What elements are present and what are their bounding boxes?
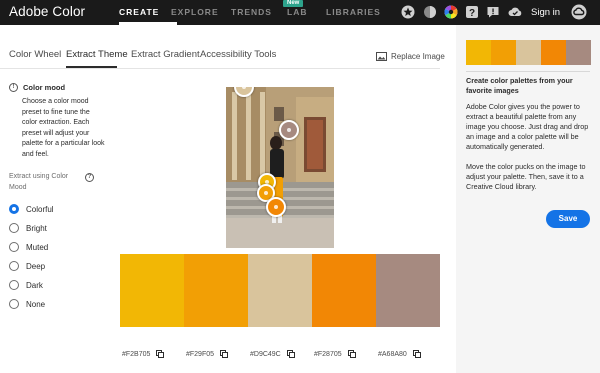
panel-paragraph: Adobe Color gives you the power to extra…	[466, 102, 589, 151]
source-image[interactable]	[226, 87, 334, 248]
tab-extract-theme[interactable]: Extract Theme	[66, 49, 128, 60]
sign-in-link[interactable]: Sign in	[531, 7, 560, 18]
radio-button[interactable]	[9, 280, 19, 290]
help-icon[interactable]: ?	[85, 173, 94, 182]
mood-option-label: None	[26, 299, 46, 309]
mini-swatch	[466, 40, 491, 65]
mood-option-label: Bright	[26, 223, 47, 233]
brand-logo[interactable]: Adobe Color	[9, 4, 85, 19]
puck-center	[274, 205, 278, 209]
copy-icon[interactable]	[347, 350, 356, 358]
tabs-divider	[0, 68, 440, 69]
panel-divider	[466, 71, 590, 72]
save-button[interactable]: Save	[546, 210, 590, 228]
nav-trends[interactable]: TRENDS	[231, 7, 272, 17]
mini-swatch	[541, 40, 566, 65]
mood-option-none[interactable]: None	[9, 299, 45, 309]
hex-value-row: #F29F05	[186, 350, 229, 358]
panel-title: Create color palettes from your favorite…	[466, 76, 573, 95]
radio-button[interactable]	[9, 204, 19, 214]
mini-swatch	[491, 40, 516, 65]
palette-swatch[interactable]	[120, 254, 184, 327]
star-icon[interactable]	[401, 5, 415, 19]
hex-value[interactable]: #F29F05	[186, 351, 214, 358]
copy-icon[interactable]	[286, 350, 295, 358]
new-badge: New	[283, 0, 304, 7]
color-mood-title: Color mood	[23, 83, 66, 92]
mood-option-muted[interactable]: Muted	[9, 242, 48, 252]
palette-swatch[interactable]	[248, 254, 312, 327]
replace-image-label: Replace Image	[391, 52, 445, 61]
photo-illustration	[226, 87, 334, 248]
radio-button[interactable]	[9, 242, 19, 252]
color-puck[interactable]	[279, 120, 299, 140]
palette-swatch[interactable]	[312, 254, 376, 327]
mini-swatch	[516, 40, 541, 65]
radio-button[interactable]	[9, 223, 19, 233]
extract-mood-label: Extract using Color Mood	[9, 173, 69, 191]
copy-icon[interactable]	[412, 350, 421, 358]
hex-value-row: #F2B705	[122, 350, 165, 358]
mini-swatch	[566, 40, 591, 65]
help-icon[interactable]: ?	[465, 5, 479, 19]
radio-button[interactable]	[9, 261, 19, 271]
mood-option-label: Dark	[26, 280, 43, 290]
mood-option-bright[interactable]: Bright	[9, 223, 47, 233]
color-puck[interactable]	[266, 197, 286, 217]
mood-option-dark[interactable]: Dark	[9, 280, 43, 290]
info-icon[interactable]: !	[9, 83, 18, 92]
color-mood-heading: ! Color mood	[9, 83, 65, 92]
puck-center	[264, 191, 268, 195]
mood-option-label: Deep	[26, 261, 46, 271]
nav-libraries[interactable]: LIBRARIES	[326, 7, 381, 17]
hex-value[interactable]: #F2B705	[122, 351, 150, 358]
mood-option-colorful[interactable]: Colorful	[9, 204, 54, 214]
hex-value-row: #D9C49C	[250, 350, 295, 358]
tab-accessibility-tools[interactable]: Accessibility Tools	[200, 49, 276, 60]
puck-center	[287, 128, 291, 132]
hex-value-row: #F28705	[314, 350, 356, 358]
svg-text:?: ?	[469, 8, 475, 19]
tab-extract-gradient[interactable]: Extract Gradient	[131, 49, 200, 60]
copy-icon[interactable]	[220, 350, 229, 358]
hex-value-row: #A68A80	[378, 350, 421, 358]
active-nav-indicator	[119, 22, 177, 25]
mood-option-label: Muted	[26, 242, 49, 252]
hex-value[interactable]: #F28705	[314, 351, 342, 358]
hex-value[interactable]: #D9C49C	[250, 351, 281, 358]
hex-value[interactable]: #A68A80	[378, 351, 407, 358]
color-wheel-icon[interactable]	[444, 5, 458, 19]
feedback-icon[interactable]	[486, 5, 500, 19]
top-nav: Adobe Color CREATE EXPLORE TRENDS New LA…	[0, 0, 600, 25]
tab-color-wheel[interactable]: Color Wheel	[9, 49, 61, 60]
copy-icon[interactable]	[156, 350, 165, 358]
contrast-icon[interactable]	[423, 5, 437, 19]
creative-cloud-files-icon[interactable]	[508, 5, 522, 19]
nav-explore[interactable]: EXPLORE	[171, 7, 219, 17]
color-mood-description: Choose a color mood preset to fine tune …	[22, 98, 105, 158]
nav-create[interactable]: CREATE	[119, 7, 159, 17]
replace-image-button[interactable]: Replace Image	[376, 52, 445, 61]
creative-cloud-icon[interactable]	[571, 4, 587, 20]
palette-swatch[interactable]	[184, 254, 248, 327]
image-icon	[376, 52, 387, 61]
radio-button[interactable]	[9, 299, 19, 309]
panel-paragraph: Move the color pucks on the image to adj…	[466, 162, 586, 191]
puck-center	[242, 87, 246, 89]
nav-lab[interactable]: LAB	[287, 7, 307, 17]
mood-option-deep[interactable]: Deep	[9, 261, 45, 271]
mood-option-label: Colorful	[26, 204, 54, 214]
palette-swatch[interactable]	[376, 254, 440, 327]
